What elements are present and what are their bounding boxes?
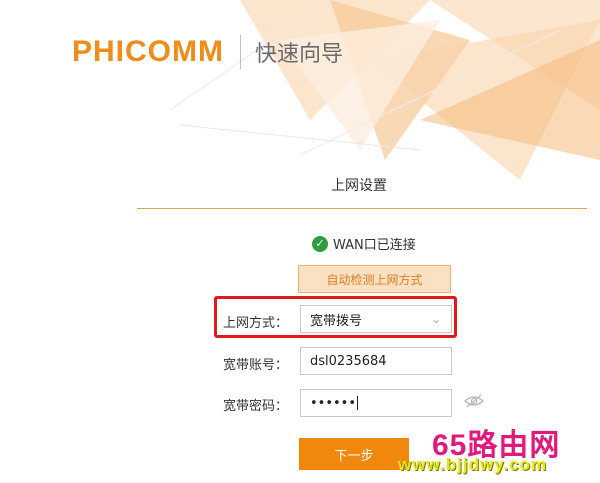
connection-type-select[interactable]: 宽带拨号 ⌄: [300, 305, 452, 333]
eye-hidden-icon[interactable]: [464, 394, 484, 408]
section-title: 上网设置: [331, 178, 387, 194]
account-label: 宽带账号：: [223, 358, 289, 373]
app-header: PHICOMM 快速向导: [72, 32, 343, 72]
password-label: 宽带密码：: [223, 399, 289, 414]
header-divider: [240, 35, 241, 69]
account-value: dsl0235684: [310, 353, 387, 369]
section-divider: [137, 208, 587, 209]
password-value: ••••••: [310, 395, 357, 411]
check-circle-icon: ✓: [312, 235, 328, 252]
text-caret: [357, 396, 359, 410]
phicomm-logo: PHICOMM: [72, 35, 224, 68]
wan-status: ✓ WAN口已连接: [312, 234, 416, 253]
connection-type-value: 宽带拨号: [310, 313, 363, 329]
page-title: 快速向导: [255, 42, 344, 67]
connection-type-label: 上网方式：: [223, 316, 289, 331]
password-input[interactable]: ••••••: [300, 389, 452, 417]
chevron-down-icon: ⌄: [431, 312, 441, 326]
auto-detect-button[interactable]: 自动检测上网方式: [298, 265, 451, 293]
next-button[interactable]: 下一步: [299, 438, 409, 470]
wan-status-text: WAN口已连接: [333, 238, 416, 253]
watermark-url: www.bjjdwy.com: [398, 455, 548, 474]
account-input[interactable]: dsl0235684: [300, 347, 452, 375]
